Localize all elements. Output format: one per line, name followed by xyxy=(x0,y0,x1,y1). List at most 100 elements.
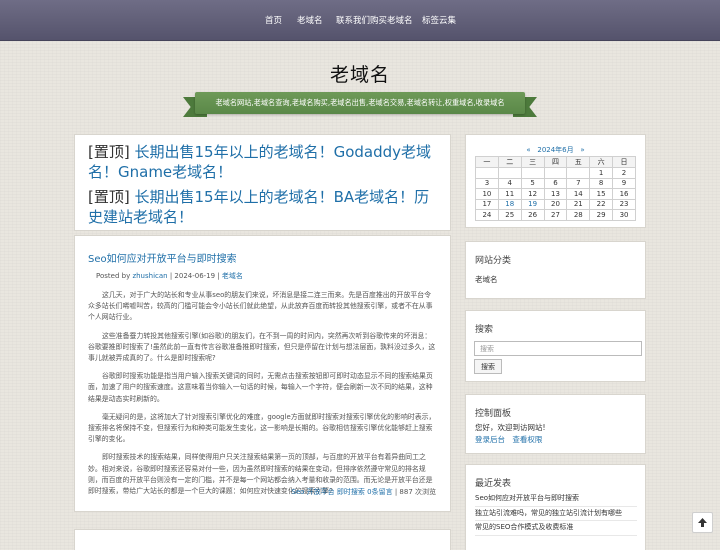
weekday-header: 五 xyxy=(566,156,591,168)
calendar-day: 28 xyxy=(566,209,591,221)
weekday-header: 三 xyxy=(520,156,545,168)
calendar-day: 29 xyxy=(589,209,614,221)
post-views: 887 次浏览 xyxy=(399,488,436,496)
calendar-day: 24 xyxy=(475,209,499,221)
calendar-prev-month[interactable]: « xyxy=(526,146,530,154)
calendar-day: 11 xyxy=(497,188,522,200)
recent-posts-widget: 最近发表 Seo如何应对开放平台与即时搜索 独立站引流难吗，常见的独立站引流计划… xyxy=(466,465,645,550)
calendar-day: 16 xyxy=(612,188,636,200)
post-title[interactable]: Seo如何应对开放平台与即时搜索 xyxy=(88,250,237,265)
sticky-posts-card: [置顶] 长期出售15年以上的老域名！Godaddy老域名！Gname老域名！ … xyxy=(75,135,450,230)
control-links: 登录后台 查看权限 xyxy=(475,434,547,445)
calendar-day xyxy=(497,167,522,179)
permissions-link[interactable]: 查看权限 xyxy=(512,435,542,444)
calendar-day-link[interactable]: 18 xyxy=(497,198,522,210)
post-paragraph: 这几天，对于广大的站长和专业从事seo的朋友们来说，坏消息是接二连三而来。先是百… xyxy=(88,291,433,322)
nav-menu: 首页 老域名 联系我们购买老域名 标签云集 xyxy=(0,0,720,40)
calendar-day: 3 xyxy=(475,177,499,189)
recent-post-item[interactable]: Seo如何应对开放平台与即时搜索 xyxy=(475,492,637,507)
calendar-day: 9 xyxy=(612,177,636,189)
meta-separator: | xyxy=(215,272,222,280)
calendar-day: 27 xyxy=(543,209,568,221)
weekday-header: 六 xyxy=(589,156,614,168)
widget-title: 搜索 xyxy=(475,325,494,335)
calendar-day: 17 xyxy=(475,198,499,210)
calendar-day: 20 xyxy=(543,198,568,210)
calendar-day xyxy=(566,167,591,179)
calendar-day: 14 xyxy=(566,188,591,200)
top-navigation: 首页 老域名 联系我们购买老域名 标签云集 xyxy=(0,0,720,41)
category-link[interactable]: 老域名 xyxy=(475,274,498,285)
calendar-day xyxy=(543,167,568,179)
back-to-top-button[interactable] xyxy=(692,512,713,533)
post-tag-link[interactable]: Seo xyxy=(291,488,304,496)
calendar-day: 30 xyxy=(612,209,636,221)
weekday-header: 四 xyxy=(543,156,568,168)
weekday-header: 二 xyxy=(497,156,522,168)
sticky-tag: [置顶] xyxy=(88,143,130,161)
nav-item-old-domains[interactable]: 老域名 xyxy=(297,14,323,26)
sticky-post-link[interactable]: 长期出售15年以上的老域名！Godaddy老域名！Gname老域名！ xyxy=(88,143,431,181)
calendar-day: 25 xyxy=(497,209,522,221)
site-title[interactable]: 老域名 xyxy=(0,60,720,87)
calendar-next-month[interactable]: » xyxy=(580,146,584,154)
calendar-day: 5 xyxy=(520,177,545,189)
calendar-day: 23 xyxy=(612,198,636,210)
calendar-day: 13 xyxy=(543,188,568,200)
post-date: 2024-06-19 xyxy=(174,272,216,280)
search-widget: 搜索 搜索 xyxy=(466,311,645,381)
site-tagline: 老域名网站,老域名查询,老域名购买,老域名出售,老域名交易,老域名转让,权重域名… xyxy=(215,98,505,107)
weekday-header: 一 xyxy=(475,156,499,168)
calendar-table: 一 二 三 四 五 六 日 1 2 3 4 5 6 7 8 9 10 11 12… xyxy=(475,156,636,221)
calendar-day: 4 xyxy=(497,177,522,189)
calendar-day: 12 xyxy=(520,188,545,200)
widget-title: 控制面板 xyxy=(475,409,512,419)
search-button[interactable]: 搜索 xyxy=(474,359,502,374)
post-paragraph: 毫无疑问的是，这将加大了针对搜索引擎优化的难度，google方面就即时搜索对搜索… xyxy=(88,412,436,444)
nav-item-contact-buy[interactable]: 联系我们购买老域名 xyxy=(336,14,413,26)
sticky-tag: [置顶] xyxy=(88,188,130,206)
post-comments-link[interactable]: 0条留言 xyxy=(367,488,392,496)
nav-item-home[interactable]: 首页 xyxy=(265,14,282,26)
widget-title: 网站分类 xyxy=(475,256,512,266)
post-paragraph: 这些准备蚕力转投其他搜索引擎(如谷歌)的朋友们，在不到一周的时间内，突然再次听到… xyxy=(88,331,436,363)
calendar-day: 6 xyxy=(543,177,568,189)
recent-post-item[interactable]: 常见的SEO合作模式及收费标准 xyxy=(475,521,637,536)
calendar-day: 15 xyxy=(589,188,614,200)
post-card: Seo如何应对开放平台与即时搜索 Posted by zhushican | 2… xyxy=(75,236,450,511)
search-input[interactable] xyxy=(474,341,642,356)
nav-item-tag-cloud[interactable]: 标签云集 xyxy=(422,14,456,26)
tagline-ribbon: 老域名网站,老域名查询,老域名购买,老域名出售,老域名交易,老域名转让,权重域名… xyxy=(183,92,537,118)
post-category-link[interactable]: 老域名 xyxy=(222,272,243,280)
calendar-day: 10 xyxy=(475,188,499,200)
calendar-day xyxy=(520,167,545,179)
control-panel-widget: 控制面板 您好，欢迎到访网站! 登录后台 查看权限 xyxy=(466,395,645,453)
post-tag-link[interactable]: 即时搜索 xyxy=(337,488,365,496)
calendar-day: 21 xyxy=(566,198,591,210)
calendar-day: 8 xyxy=(589,177,614,189)
calendar-day-link[interactable]: 19 xyxy=(520,198,545,210)
categories-widget: 网站分类 老域名 xyxy=(466,242,645,298)
post-footer: Seo 开放平台 即时搜索 0条留言 | 887 次浏览 xyxy=(291,487,436,497)
meta-prefix: Posted by xyxy=(96,272,133,280)
post-author-link[interactable]: zhushican xyxy=(132,272,167,280)
welcome-text: 您好，欢迎到访网站! xyxy=(475,423,546,432)
widget-title: 最近发表 xyxy=(475,479,512,489)
login-link[interactable]: 登录后台 xyxy=(475,435,505,444)
recent-posts-list: Seo如何应对开放平台与即时搜索 独立站引流难吗，常见的独立站引流计划有哪些 常… xyxy=(475,492,637,536)
calendar-day: 2 xyxy=(612,167,636,179)
weekday-header: 日 xyxy=(612,156,636,168)
sticky-post-2: [置顶] 长期出售15年以上的老域名！BA老域名！历史建站老域名！ xyxy=(88,187,438,227)
sticky-post-link[interactable]: 长期出售15年以上的老域名！BA老域名！历史建站老域名！ xyxy=(88,188,429,226)
sticky-post-1: [置顶] 长期出售15年以上的老域名！Godaddy老域名！Gname老域名！ xyxy=(88,142,438,182)
calendar-month[interactable]: 2024年6月 xyxy=(537,146,573,154)
calendar-day xyxy=(475,167,499,179)
calendar-day: 7 xyxy=(566,177,591,189)
recent-post-item[interactable]: 独立站引流难吗，常见的独立站引流计划有哪些 xyxy=(475,507,637,521)
post-tag-link[interactable]: 开放平台 xyxy=(307,488,335,496)
calendar-day: 1 xyxy=(589,167,614,179)
post-paragraph: 谷歌即时搜索功能是指当用户输入搜索关键词的同时，无需点击搜索按钮即可即时动态显示… xyxy=(88,372,433,403)
calendar-widget: « 2024年6月 » 一 二 三 四 五 六 日 1 2 3 4 5 6 7 … xyxy=(466,135,645,227)
post-meta: Posted by zhushican | 2024-06-19 | 老域名 xyxy=(96,271,243,281)
calendar-day: 22 xyxy=(589,198,614,210)
